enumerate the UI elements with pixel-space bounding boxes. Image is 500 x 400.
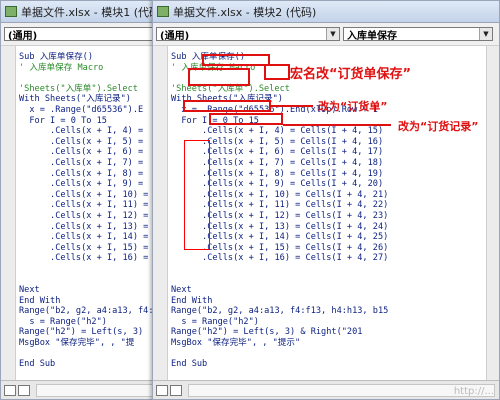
- code-line[interactable]: MsgBox "保存完毕", , "提示": [171, 338, 485, 349]
- code-line[interactable]: End With: [171, 296, 485, 307]
- vertical-scrollbar[interactable]: [486, 46, 499, 381]
- highlight-cells-block: [184, 140, 210, 250]
- chevron-down-icon[interactable]: ▼: [326, 28, 339, 40]
- code-line[interactable]: Range("h2") = Left(s, 3): [19, 327, 160, 338]
- procedure-dropdown[interactable]: 入库单保存 ▼: [343, 27, 493, 41]
- code-line[interactable]: .Cells(x + I, 7) =: [19, 158, 160, 169]
- code-line[interactable]: s = Range("h2"): [19, 317, 160, 328]
- chevron-down-icon[interactable]: ▼: [479, 28, 492, 40]
- status-bar: [1, 380, 174, 399]
- object-dropdown[interactable]: (通用) ▼: [156, 27, 340, 41]
- margin-indicator-bar[interactable]: [153, 46, 168, 381]
- combo-row: (通用) ▼ 入库单保存 ▼: [153, 23, 499, 46]
- procedure-dropdown-value: 入库单保存: [347, 30, 397, 41]
- code-line[interactable]: [19, 264, 160, 275]
- code-line[interactable]: x = .Range("d65536").E: [19, 105, 160, 116]
- code-line[interactable]: .Cells(x + I, 13) =: [19, 222, 160, 233]
- code-line[interactable]: End Sub: [171, 359, 485, 370]
- code-line[interactable]: [19, 274, 160, 285]
- excel-icon: [5, 6, 17, 17]
- code-line[interactable]: .Cells(x + I, 11) =: [19, 200, 160, 211]
- combo-row: (通用) ▼: [1, 23, 174, 46]
- highlight-sheet-select: [183, 100, 271, 112]
- code-line[interactable]: .Cells(x + I, 15) = Cells(I + 4, 26): [171, 243, 485, 254]
- procedure-view-icon[interactable]: [156, 384, 168, 396]
- code-line[interactable]: .Cells(x + I, 9) =: [19, 179, 160, 190]
- code-line[interactable]: Range("b2, g2, a4:a13, f4:f: [19, 306, 160, 317]
- code-text[interactable]: Sub 入库单保存() ' 入库单保存 Macro 'Sheets("入库单").S…: [19, 52, 160, 381]
- code-line[interactable]: .Cells(x + I, 16) =: [19, 253, 160, 264]
- code-line[interactable]: End With: [19, 296, 160, 307]
- window-title: 单据文件.xlsx - 模块2 (代码): [173, 5, 317, 19]
- code-line[interactable]: .Cells(x + I, 12) =: [19, 211, 160, 222]
- code-line[interactable]: .Cells(x + I, 11) = Cells(I + 4, 22): [171, 200, 485, 211]
- watermark: http://...: [453, 386, 494, 397]
- code-line[interactable]: .Cells(x + I, 6) =: [19, 147, 160, 158]
- code-line[interactable]: [171, 349, 485, 360]
- annotation-record-rename: 改为“订货记录”: [398, 120, 479, 133]
- code-line[interactable]: .Cells(x + I, 13) = Cells(I + 4, 24): [171, 222, 485, 233]
- code-line[interactable]: [171, 264, 485, 275]
- code-line[interactable]: MsgBox "保存完毕", , "提: [19, 338, 160, 349]
- code-line[interactable]: Next: [19, 285, 160, 296]
- excel-icon: [157, 6, 169, 17]
- annotation-arrow-box: [264, 64, 290, 80]
- code-line[interactable]: Range("h2") = Left(s, 3) & Right("201: [171, 327, 485, 338]
- code-line[interactable]: .Cells(x + I, 5) = Cells(I + 4, 16): [171, 137, 485, 148]
- code-line[interactable]: Next: [171, 285, 485, 296]
- object-dropdown-value: (通用): [8, 30, 38, 41]
- code-line[interactable]: Range("b2, g2, a4:a13, f4:f13, h4:h13, b…: [171, 306, 485, 317]
- code-line[interactable]: .Cells(x + I, 6) = Cells(I + 4, 17): [171, 147, 485, 158]
- code-line[interactable]: .Cells(x + I, 10) =: [19, 190, 160, 201]
- code-window-module1[interactable]: 单据文件.xlsx - 模块1 (代码) (通用) ▼ Sub 入库单保存()'…: [0, 0, 175, 400]
- code-line[interactable]: For I = 0 To 15: [19, 116, 160, 127]
- code-line[interactable]: 'Sheets("入库单").Select: [19, 84, 160, 95]
- highlight-sub-name: [202, 54, 270, 66]
- code-line[interactable]: .Cells(x + I, 16) = Cells(I + 4, 27): [171, 253, 485, 264]
- annotation-sheet-rename: 改为“订货单”: [318, 100, 388, 113]
- object-dropdown-value: (通用): [160, 30, 190, 41]
- code-line[interactable]: .Cells(x + I, 5) =: [19, 137, 160, 148]
- horizontal-scrollbar[interactable]: [36, 383, 170, 397]
- code-line[interactable]: .Cells(x + I, 10) = Cells(I + 4, 21): [171, 190, 485, 201]
- code-line[interactable]: .Cells(x + I, 14) =: [19, 232, 160, 243]
- code-line[interactable]: .Cells(x + I, 8) =: [19, 169, 160, 180]
- highlight-sheet-record: [209, 113, 283, 125]
- code-line[interactable]: Sub 入库单保存(): [19, 52, 160, 63]
- status-bar: [153, 380, 499, 399]
- full-module-view-icon[interactable]: [170, 384, 182, 396]
- code-line[interactable]: ' 入库单保存 Macro: [19, 63, 160, 74]
- code-line[interactable]: .Cells(x + I, 15) =: [19, 243, 160, 254]
- code-line[interactable]: End Sub: [19, 359, 160, 370]
- code-line[interactable]: .Cells(x + I, 12) = Cells(I + 4, 23): [171, 211, 485, 222]
- code-line[interactable]: [171, 274, 485, 285]
- procedure-view-icon[interactable]: [4, 384, 16, 396]
- code-line[interactable]: .Cells(x + I, 14) = Cells(I + 4, 25): [171, 232, 485, 243]
- code-line[interactable]: With Sheets("入库记录"): [19, 94, 160, 105]
- horizontal-scrollbar[interactable]: [188, 383, 495, 397]
- full-module-view-icon[interactable]: [18, 384, 30, 396]
- code-line[interactable]: .Cells(x + I, 4) =: [19, 126, 160, 137]
- annotation-macro-rename: 宏名改“订货单保存”: [290, 67, 412, 82]
- margin-indicator-bar[interactable]: [1, 46, 16, 381]
- code-line[interactable]: .Cells(x + I, 9) = Cells(I + 4, 20): [171, 179, 485, 190]
- title-bar[interactable]: 单据文件.xlsx - 模块1 (代码): [1, 1, 174, 23]
- highlight-macro-comment: [188, 68, 250, 86]
- code-line[interactable]: .Cells(x + I, 7) = Cells(I + 4, 18): [171, 158, 485, 169]
- leader-line-sheet: [271, 105, 313, 107]
- code-editor[interactable]: Sub 入库单保存() ' 入库单保存 Macro 'Sheets("入库单").S…: [1, 45, 174, 381]
- code-line[interactable]: [19, 73, 160, 84]
- object-dropdown[interactable]: (通用) ▼: [4, 27, 170, 41]
- window-title: 单据文件.xlsx - 模块1 (代码): [21, 5, 165, 19]
- title-bar[interactable]: 单据文件.xlsx - 模块2 (代码): [153, 1, 499, 23]
- code-line[interactable]: .Cells(x + I, 8) = Cells(I + 4, 19): [171, 169, 485, 180]
- code-line[interactable]: [19, 349, 160, 360]
- leader-line-record: [283, 124, 391, 126]
- code-line[interactable]: s = Range("h2"): [171, 317, 485, 328]
